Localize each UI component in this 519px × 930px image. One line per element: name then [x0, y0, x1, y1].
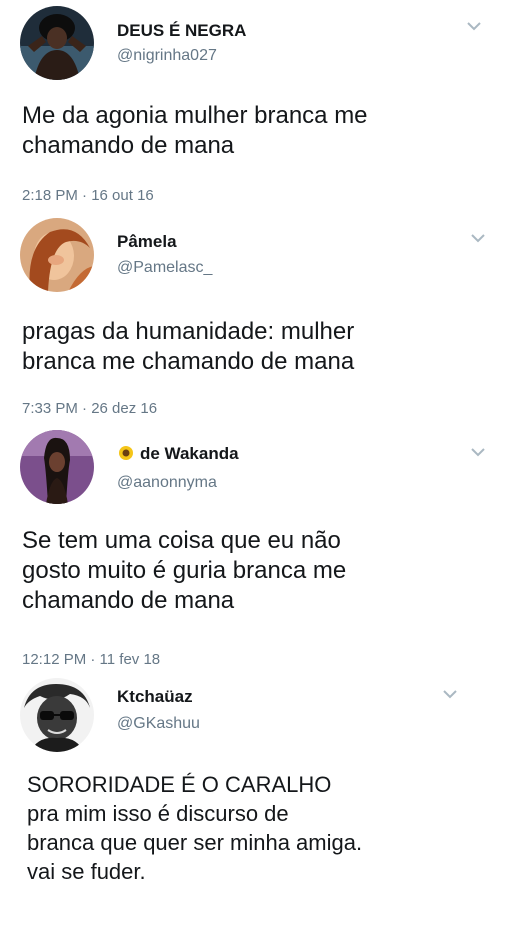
- chevron-down-icon[interactable]: [470, 446, 486, 458]
- sunflower-icon: [119, 446, 133, 460]
- tweet[interactable]: Ktchaüaz @GKashuu SORORIDADE É O CARALHO…: [0, 674, 519, 930]
- chevron-down-icon[interactable]: [442, 688, 458, 700]
- display-name-text: de Wakanda: [140, 444, 239, 463]
- tweet-text: SORORIDADE É O CARALHO pra mim isso é di…: [27, 772, 363, 884]
- chevron-down-icon[interactable]: [466, 20, 482, 32]
- user-handle[interactable]: @aanonnyma: [117, 474, 217, 492]
- tweet-text: Me da agonia mulher branca me chamando d…: [22, 102, 368, 159]
- display-name[interactable]: Pâmela: [117, 232, 177, 252]
- tweet-text: pragas da humanidade: mulher branca me c…: [22, 318, 355, 375]
- avatar[interactable]: [20, 678, 94, 752]
- avatar[interactable]: [20, 430, 94, 504]
- tweet[interactable]: DEUS É NEGRA @nigrinha027 Me da agonia m…: [0, 0, 519, 210]
- display-name[interactable]: DEUS É NEGRA: [117, 21, 246, 41]
- display-name[interactable]: Ktchaüaz: [117, 687, 193, 707]
- display-name[interactable]: de Wakanda: [118, 444, 239, 464]
- chevron-down-icon[interactable]: [470, 232, 486, 244]
- tweet[interactable]: Pâmela @Pamelasc_ pragas da humanidade: …: [0, 212, 519, 426]
- tweet-text: Se tem uma coisa que eu não gosto muito …: [22, 527, 347, 614]
- tweet[interactable]: de Wakanda @aanonnyma Se tem uma coisa q…: [0, 426, 519, 678]
- tweet-timestamp[interactable]: 12:12 PM · 11 fev 18: [22, 651, 160, 668]
- user-handle[interactable]: @nigrinha027: [117, 47, 217, 65]
- avatar[interactable]: [20, 6, 94, 80]
- user-handle[interactable]: @Pamelasc_: [117, 259, 212, 277]
- avatar[interactable]: [20, 218, 94, 292]
- tweet-timestamp[interactable]: 7:33 PM · 26 dez 16: [22, 400, 157, 417]
- tweet-timestamp[interactable]: 2:18 PM · 16 out 16: [22, 187, 154, 204]
- user-handle[interactable]: @GKashuu: [117, 715, 200, 733]
